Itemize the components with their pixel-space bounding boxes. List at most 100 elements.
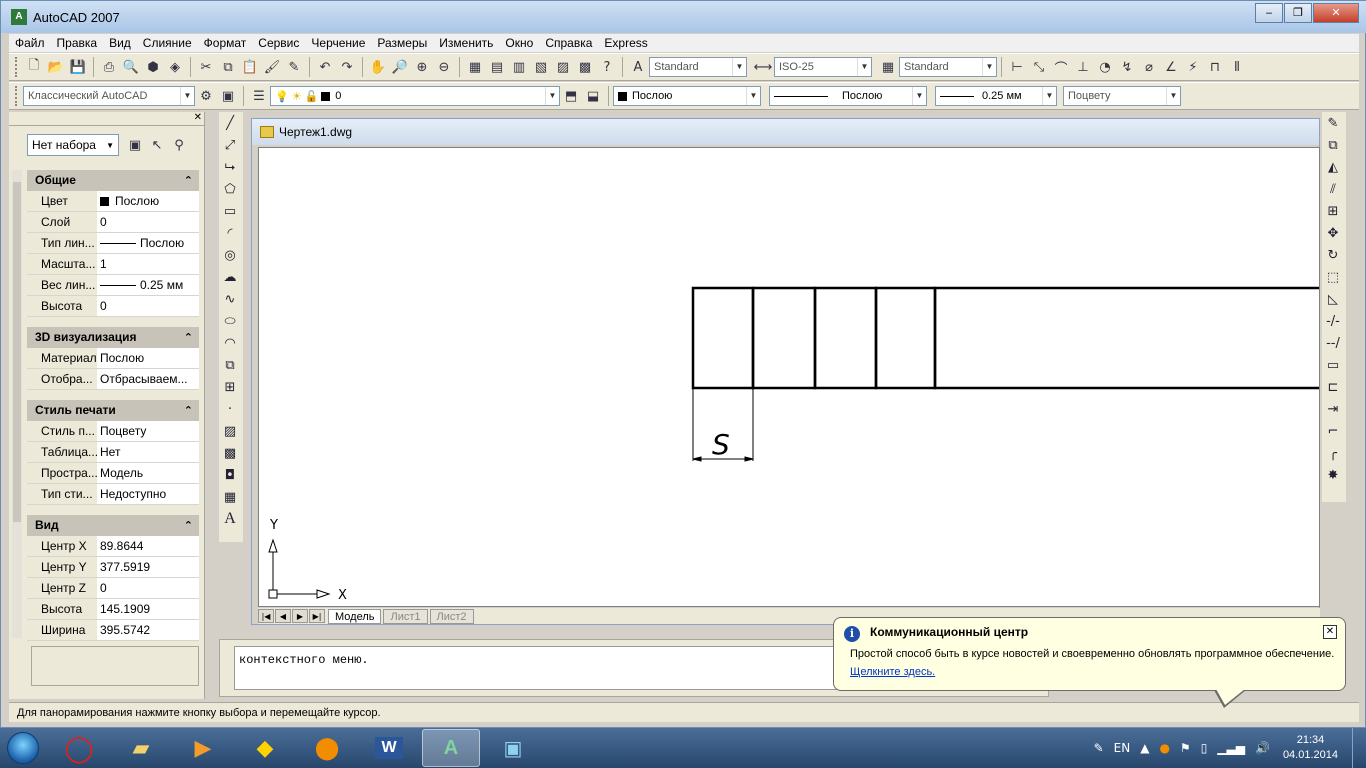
close-icon[interactable]: ✕ [194,112,202,123]
plot-icon[interactable]: ⎙ [99,57,119,77]
3d-dwf-icon[interactable]: ◈ [165,57,185,77]
ellipse-icon[interactable]: ⬭ [219,310,241,332]
copy-object-icon[interactable]: ⧉ [1322,134,1344,156]
balloon-link[interactable]: Щелкните здесь. [850,666,935,678]
tab-model[interactable]: Модель [328,608,382,624]
tab-sheet2[interactable]: Лист2 [429,608,474,624]
help-icon[interactable]: ? [597,57,617,77]
clock[interactable]: 21:34 04.01.2014 [1283,733,1338,763]
property-row[interactable]: Вес лин... 0.25 мм [27,275,199,296]
layer-previous-icon[interactable]: ⬓ [583,86,603,106]
taskbar-opera[interactable]: ◯ [50,729,108,767]
copy-icon[interactable]: ⧉ [218,57,238,77]
circle-icon[interactable]: ◎ [219,244,241,266]
text-style-icon[interactable]: A [628,57,648,77]
tab-sheet1[interactable]: Лист1 [383,608,428,624]
break-icon[interactable]: ⊏ [1322,376,1344,398]
drawing-canvas[interactable]: S Y X [258,147,1320,607]
property-row[interactable]: Простра... Модель [27,463,199,484]
jogged-dimension-icon[interactable]: ↯ [1117,57,1137,77]
menu-help[interactable]: Справка [539,34,598,52]
dim-style-icon[interactable]: ⟷ [753,57,773,77]
section-header[interactable]: Общие ⌃ [27,170,199,191]
properties-icon[interactable]: ▦ [465,57,485,77]
start-button[interactable] [0,729,46,767]
redo-icon[interactable]: ↷ [337,57,357,77]
collapse-icon[interactable]: ⌃ [184,327,193,348]
workspace-settings-icon[interactable]: ⚙ [196,86,216,106]
make-block-icon[interactable]: ⊞ [219,376,241,398]
minimize-button[interactable]: ‒ [1255,3,1283,23]
prev-tab-icon[interactable]: ◀ [275,609,291,623]
property-row[interactable]: Ширина 395.5742 [27,620,199,641]
paste-icon[interactable]: 📋 [240,57,260,77]
text-style-dropdown[interactable]: Standard ▼ [649,57,747,77]
diameter-dimension-icon[interactable]: ⌀ [1139,57,1159,77]
property-row[interactable]: Масшта... 1 [27,254,199,275]
device-icon[interactable]: ▯ [1201,741,1208,755]
radius-dimension-icon[interactable]: ◔ [1095,57,1115,77]
next-tab-icon[interactable]: ▶ [292,609,308,623]
menu-dimension[interactable]: Размеры [371,34,433,52]
fillet-icon[interactable]: ╭ [1322,442,1344,464]
quick-dimension-icon[interactable]: ⚡ [1183,57,1203,77]
region-icon[interactable]: ◘ [219,464,241,486]
collapse-icon[interactable]: ⌃ [184,170,193,191]
autocad-app-icon[interactable]: A [11,9,27,25]
avast-tray-icon[interactable]: ● [1159,741,1169,755]
rotate-icon[interactable]: ↻ [1322,244,1344,266]
menu-express[interactable]: Express [598,34,653,52]
continue-dimension-icon[interactable]: ⫴ [1227,57,1247,77]
lineweight-dropdown[interactable]: 0.25 мм ▼ [935,86,1057,106]
property-row[interactable]: Центр Y 377.5919 [27,557,199,578]
quick-select-icon[interactable]: ⚲ [169,135,189,155]
workspace-save-icon[interactable]: ▣ [218,86,238,106]
zoom-window-icon[interactable]: ⊕ [412,57,432,77]
menu-format[interactable]: Формат [198,34,253,52]
menu-file[interactable]: Файл [9,34,51,52]
communication-center-balloon[interactable]: i Коммуникационный центр ✕ Простой спосо… [833,617,1346,708]
menu-tools[interactable]: Сервис [252,34,305,52]
taskbar-explorer[interactable]: ▰ [112,729,170,767]
mirror-icon[interactable]: ◭ [1322,156,1344,178]
array-icon[interactable]: ⊞ [1322,200,1344,222]
taskbar-autocad[interactable]: A [422,729,480,767]
drawing-title-bar[interactable]: Чертеж1.dwg [252,119,1319,145]
property-row[interactable]: Тип лин... Послою [27,233,199,254]
menu-edit[interactable]: Правка [51,34,104,52]
menu-merge[interactable]: Слияние [137,34,198,52]
multiline-text-icon[interactable]: A [219,508,241,530]
toggle-pickadd-icon[interactable]: ▣ [125,135,145,155]
plotstyle-dropdown[interactable]: Поцвету ▼ [1063,86,1181,106]
zoom-previous-icon[interactable]: ⊖ [434,57,454,77]
open-file-icon[interactable]: 📂 [46,57,66,77]
cut-icon[interactable]: ✂ [196,57,216,77]
arc-length-icon[interactable]: ⌒ [1051,57,1071,77]
show-hidden-icons-icon[interactable]: ▲ [1140,741,1149,755]
taskbar-avast[interactable]: ⬤ [298,729,356,767]
maximize-button[interactable]: ❐ [1284,3,1312,23]
layer-manager-icon[interactable]: ☰ [249,86,269,106]
menu-view[interactable]: Вид [103,34,137,52]
section-header[interactable]: 3D визуализация ⌃ [27,327,199,348]
rectangle-icon[interactable]: ▭ [219,200,241,222]
baseline-dimension-icon[interactable]: ⊓ [1205,57,1225,77]
toolbar-grip[interactable] [15,86,19,106]
design-center-icon[interactable]: ▤ [487,57,507,77]
table-style-icon[interactable]: ▦ [878,57,898,77]
sheet-set-icon[interactable]: ▧ [531,57,551,77]
linetype-dropdown[interactable]: Послою ▼ [769,86,927,106]
join-icon[interactable]: ⇥ [1322,398,1344,420]
last-tab-icon[interactable]: ▶| [309,609,325,623]
workspace-dropdown[interactable]: Классический AutoCAD ▼ [23,86,195,106]
pan-realtime-icon[interactable]: ✋ [368,57,388,77]
menu-window[interactable]: Окно [499,34,539,52]
ellipse-arc-icon[interactable]: ◠ [219,332,241,354]
collapse-icon[interactable]: ⌃ [184,515,193,536]
construction-line-icon[interactable]: ⤢ [219,134,241,156]
match-properties-icon[interactable]: 🖌 [262,57,282,77]
block-editor-icon[interactable]: ✎ [284,57,304,77]
trim-icon[interactable]: -/- [1322,310,1344,332]
spline-icon[interactable]: ∿ [219,288,241,310]
move-icon[interactable]: ✥ [1322,222,1344,244]
